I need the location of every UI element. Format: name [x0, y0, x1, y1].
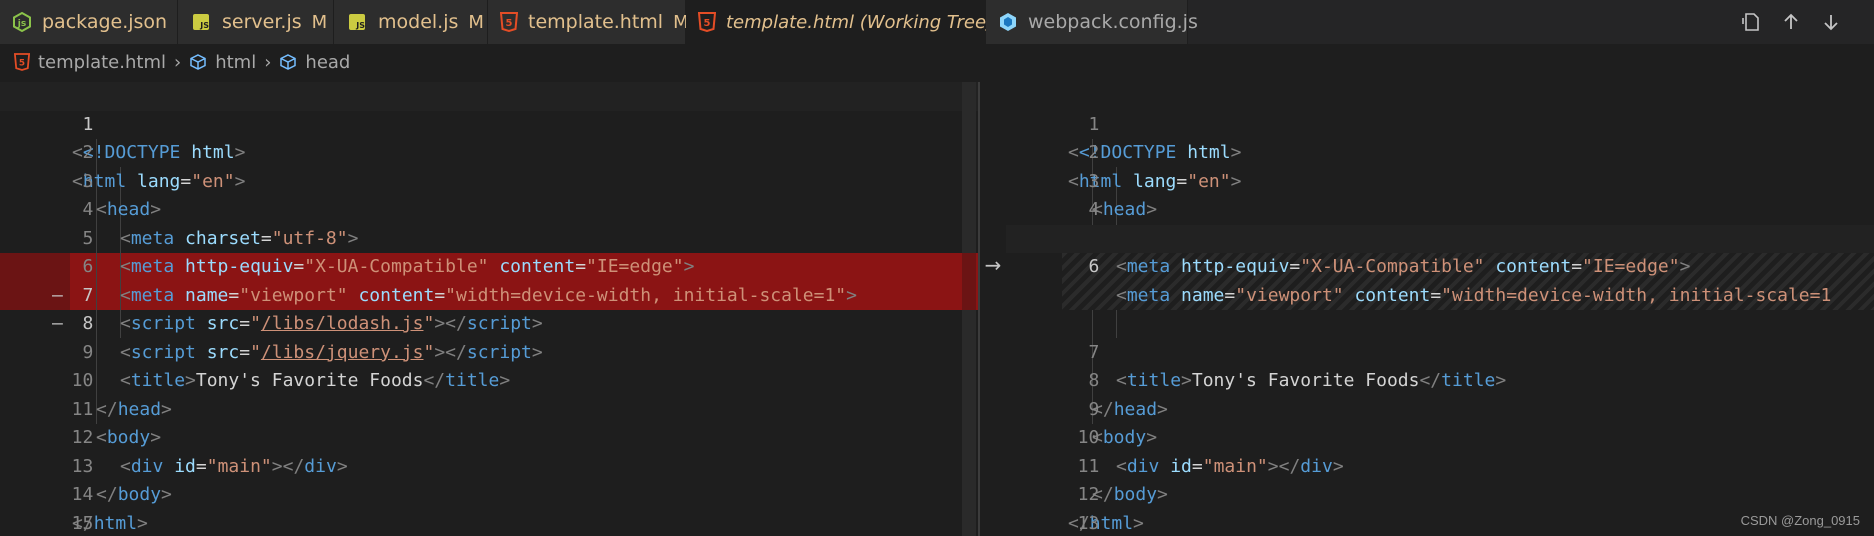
code-line: 1 <<!DOCTYPE html>: [1068, 113, 1242, 164]
left-scrollbar[interactable]: [962, 82, 976, 536]
breadcrumb-head[interactable]: head: [279, 52, 350, 73]
tab-label: webpack.config.js: [1028, 11, 1198, 33]
breadcrumb-file[interactable]: 5 template.html: [14, 52, 166, 73]
code-line: 15: [71, 512, 94, 534]
editor-actions: [1738, 0, 1844, 44]
modified-indicator: M: [468, 11, 484, 33]
tab-label: template.html: [528, 11, 664, 33]
breadcrumb-label: head: [305, 51, 351, 73]
watermark: CSDN @Zong_0915: [1740, 513, 1860, 528]
tab-server-js[interactable]: JS server.js M: [178, 0, 334, 44]
code-line: 12 </html>: [1068, 484, 1144, 534]
code-line: 2 <html lang="en">: [1068, 142, 1242, 192]
tab-label: template.html (Working Tree): [726, 11, 994, 33]
code-line-removed: 8— <script src="/libs/jquery.js"></scrip…: [0, 282, 978, 363]
js-icon: JS: [346, 11, 368, 33]
cube-icon: [189, 53, 207, 71]
html-icon: 5: [500, 11, 518, 33]
code-line: 9 <body>: [1088, 398, 1158, 449]
tab-model-js[interactable]: JS model.js M: [334, 0, 488, 44]
code-line-removed: 7— <script src="/libs/lodash.js"></scrip…: [0, 253, 978, 335]
code-line: 7 <title>Tony's Favorite Foods</title>: [1088, 341, 1507, 392]
tab-package-json[interactable]: js package.json M: [0, 0, 193, 44]
node-icon: js: [12, 11, 32, 33]
tab-label: server.js: [222, 11, 302, 33]
code-line: 3 <head>: [1088, 170, 1158, 221]
tab-template-html-working-tree[interactable]: 5 template.html (Working Tree) M ✕: [686, 0, 1041, 44]
scrollbar-removed-marker: [962, 253, 976, 310]
code-line: 4 <meta charset="utf-8">: [1088, 199, 1355, 249]
svg-text:5: 5: [19, 59, 25, 69]
code-line: 8 </head>: [1088, 370, 1168, 420]
editor-tab-bar: js package.json M JS server.js M JS mode…: [0, 0, 1874, 44]
code-line: 13: [1077, 512, 1100, 534]
breadcrumb-label: template.html: [38, 51, 166, 73]
diff-divider: [978, 82, 980, 536]
tab-template-html[interactable]: 5 template.html M: [488, 0, 689, 44]
html-icon: 5: [698, 11, 716, 33]
breadcrumb-html[interactable]: html: [189, 52, 256, 73]
code-line: 4 <meta charset="utf-8">: [82, 199, 359, 249]
code-line: 6 <meta name="viewport" content="width=d…: [82, 256, 857, 306]
tab-webpack-config[interactable]: webpack.config.js: [986, 0, 1198, 44]
code-line: 11 </body>: [1077, 455, 1168, 506]
cube-icon: [279, 53, 297, 71]
code-line: 14 </html>: [71, 484, 148, 534]
modified-indicator: M: [311, 11, 328, 33]
breadcrumb-label: html: [215, 51, 257, 73]
diff-modified-pane[interactable]: 1 <<!DOCTYPE html> 2 <html lang="en"> 3 …: [1006, 82, 1874, 536]
webpack-icon: [998, 11, 1018, 33]
code-line-current: 6 <meta name="viewport" content="width=d…: [1006, 224, 1874, 306]
diff-original-pane[interactable]: 1 <<!DOCTYPE html> 2 <html lang="en"> 3 …: [0, 82, 978, 536]
js-icon: JS: [190, 11, 212, 33]
code-line: 13 </body>: [71, 455, 172, 506]
tab-label: model.js: [378, 11, 459, 33]
code-line: 10 <div id="main"></div>: [1077, 427, 1344, 477]
svg-text:5: 5: [506, 18, 513, 29]
arrow-down-icon[interactable]: [1818, 9, 1844, 35]
code-line: 11 <body>: [71, 398, 162, 449]
code-line: 2 <html lang="en">: [72, 142, 246, 192]
svg-text:5: 5: [704, 18, 711, 29]
code-line: 10 </head>: [71, 370, 172, 420]
revert-arrow-icon[interactable]: →: [980, 253, 1006, 277]
code-line: 12 <div id="main"></div>: [71, 427, 348, 477]
code-line: 5 <meta http-equiv="X-UA-Compatible" con…: [82, 227, 695, 278]
code-line: 3 <head>: [82, 170, 162, 221]
open-file-icon[interactable]: [1738, 9, 1764, 35]
code-line: 5 <meta http-equiv="X-UA-Compatible" con…: [1089, 228, 1691, 278]
html-icon: 5: [14, 53, 30, 71]
chevron-right-icon: ›: [173, 51, 182, 73]
chevron-right-icon: ›: [264, 51, 272, 73]
arrow-up-icon[interactable]: [1778, 9, 1804, 35]
code-line: 9 <title>Tony's Favorite Foods</title>: [82, 341, 511, 392]
tab-label: package.json: [42, 11, 168, 33]
svg-text:js: js: [17, 19, 26, 29]
code-line: 1 <<!DOCTYPE html>: [0, 82, 978, 163]
breadcrumb: 5 template.html › html › head: [0, 44, 1874, 80]
